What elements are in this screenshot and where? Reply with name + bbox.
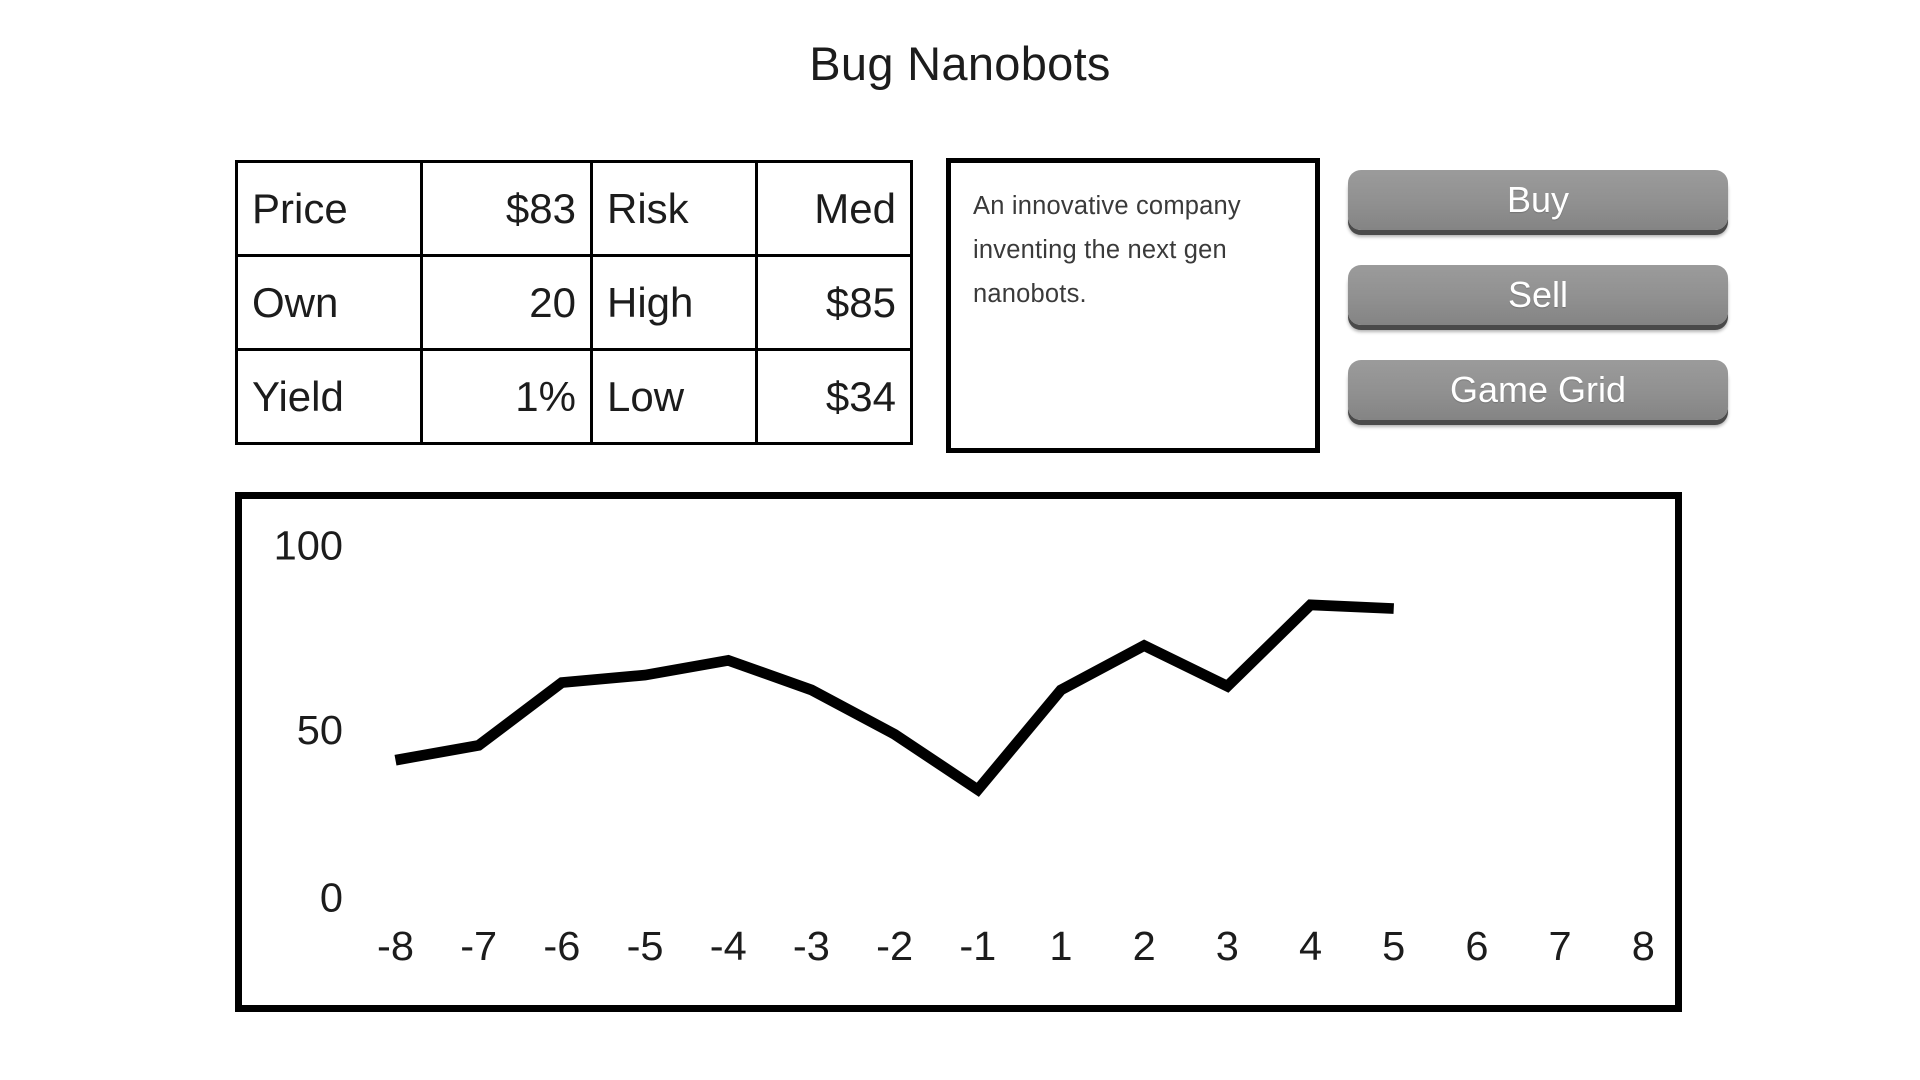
x-tick-label: -5 xyxy=(627,924,664,970)
table-cell-risk-label: Risk xyxy=(590,160,758,257)
x-tick-label: 6 xyxy=(1465,924,1488,970)
x-tick-label: -8 xyxy=(377,924,414,970)
table-cell-yield-value: 1% xyxy=(420,348,593,445)
table-cell-own-label: Own xyxy=(235,254,423,351)
action-button-group: Buy Sell Game Grid xyxy=(1348,170,1738,455)
x-tick-label: 3 xyxy=(1216,924,1239,970)
table-cell-high-label: High xyxy=(590,254,758,351)
x-tick-label: -6 xyxy=(543,924,580,970)
price-series-line xyxy=(394,599,1394,797)
table-cell-low-value: $34 xyxy=(755,348,913,445)
x-tick-label: 7 xyxy=(1549,924,1572,970)
table-row: Yield 1% Low $34 xyxy=(235,348,913,445)
x-tick-label: 1 xyxy=(1049,924,1072,970)
x-tick-label: -3 xyxy=(793,924,830,970)
y-axis-tick-labels: 100 50 0 xyxy=(274,523,343,921)
game-grid-button[interactable]: Game Grid xyxy=(1348,360,1728,420)
x-axis-tick-labels: -8 -7 -6 -5 -4 -3 -2 -1 1 2 3 4 5 6 7 8 xyxy=(377,924,1655,970)
table-cell-own-value: 20 xyxy=(420,254,593,351)
stats-table: Price $83 Risk Med Own 20 High $85 Yield… xyxy=(235,160,913,445)
x-tick-label: -4 xyxy=(710,924,747,970)
page-title: Bug Nanobots xyxy=(809,37,1111,90)
table-cell-high-value: $85 xyxy=(755,254,913,351)
x-tick-label: 2 xyxy=(1133,924,1156,970)
x-tick-label: -1 xyxy=(959,924,996,970)
y-tick-label: 0 xyxy=(320,875,343,921)
table-cell-risk-value: Med xyxy=(755,160,913,257)
table-row: Price $83 Risk Med xyxy=(235,160,913,257)
buy-button[interactable]: Buy xyxy=(1348,170,1728,230)
x-tick-label: 5 xyxy=(1382,924,1405,970)
table-row: Own 20 High $85 xyxy=(235,254,913,351)
company-description-text: An innovative company inventing the next… xyxy=(973,192,1241,308)
x-tick-label: 4 xyxy=(1299,924,1322,970)
price-history-chart[interactable]: 100 50 0 -8 -7 -6 -5 -4 -3 -2 -1 1 2 3 4 5 6 7 8 xyxy=(235,492,1682,1012)
chart-canvas: 100 50 0 -8 -7 -6 -5 -4 -3 -2 -1 1 2 3 4 5 6 7 8 xyxy=(274,523,1655,970)
y-tick-label: 100 xyxy=(274,523,343,569)
table-cell-yield-label: Yield xyxy=(235,348,423,445)
y-tick-label: 50 xyxy=(297,708,343,754)
stats-table-body: Price $83 Risk Med Own 20 High $85 Yield… xyxy=(235,160,913,445)
table-cell-price-value: $83 xyxy=(420,160,593,257)
table-cell-low-label: Low xyxy=(590,348,758,445)
company-description-box: An innovative company inventing the next… xyxy=(946,158,1320,453)
x-tick-label: 8 xyxy=(1632,924,1655,970)
x-tick-label: -7 xyxy=(460,924,497,970)
sell-button[interactable]: Sell xyxy=(1348,265,1728,325)
x-tick-label: -2 xyxy=(876,924,913,970)
table-cell-price-label: Price xyxy=(235,160,423,257)
